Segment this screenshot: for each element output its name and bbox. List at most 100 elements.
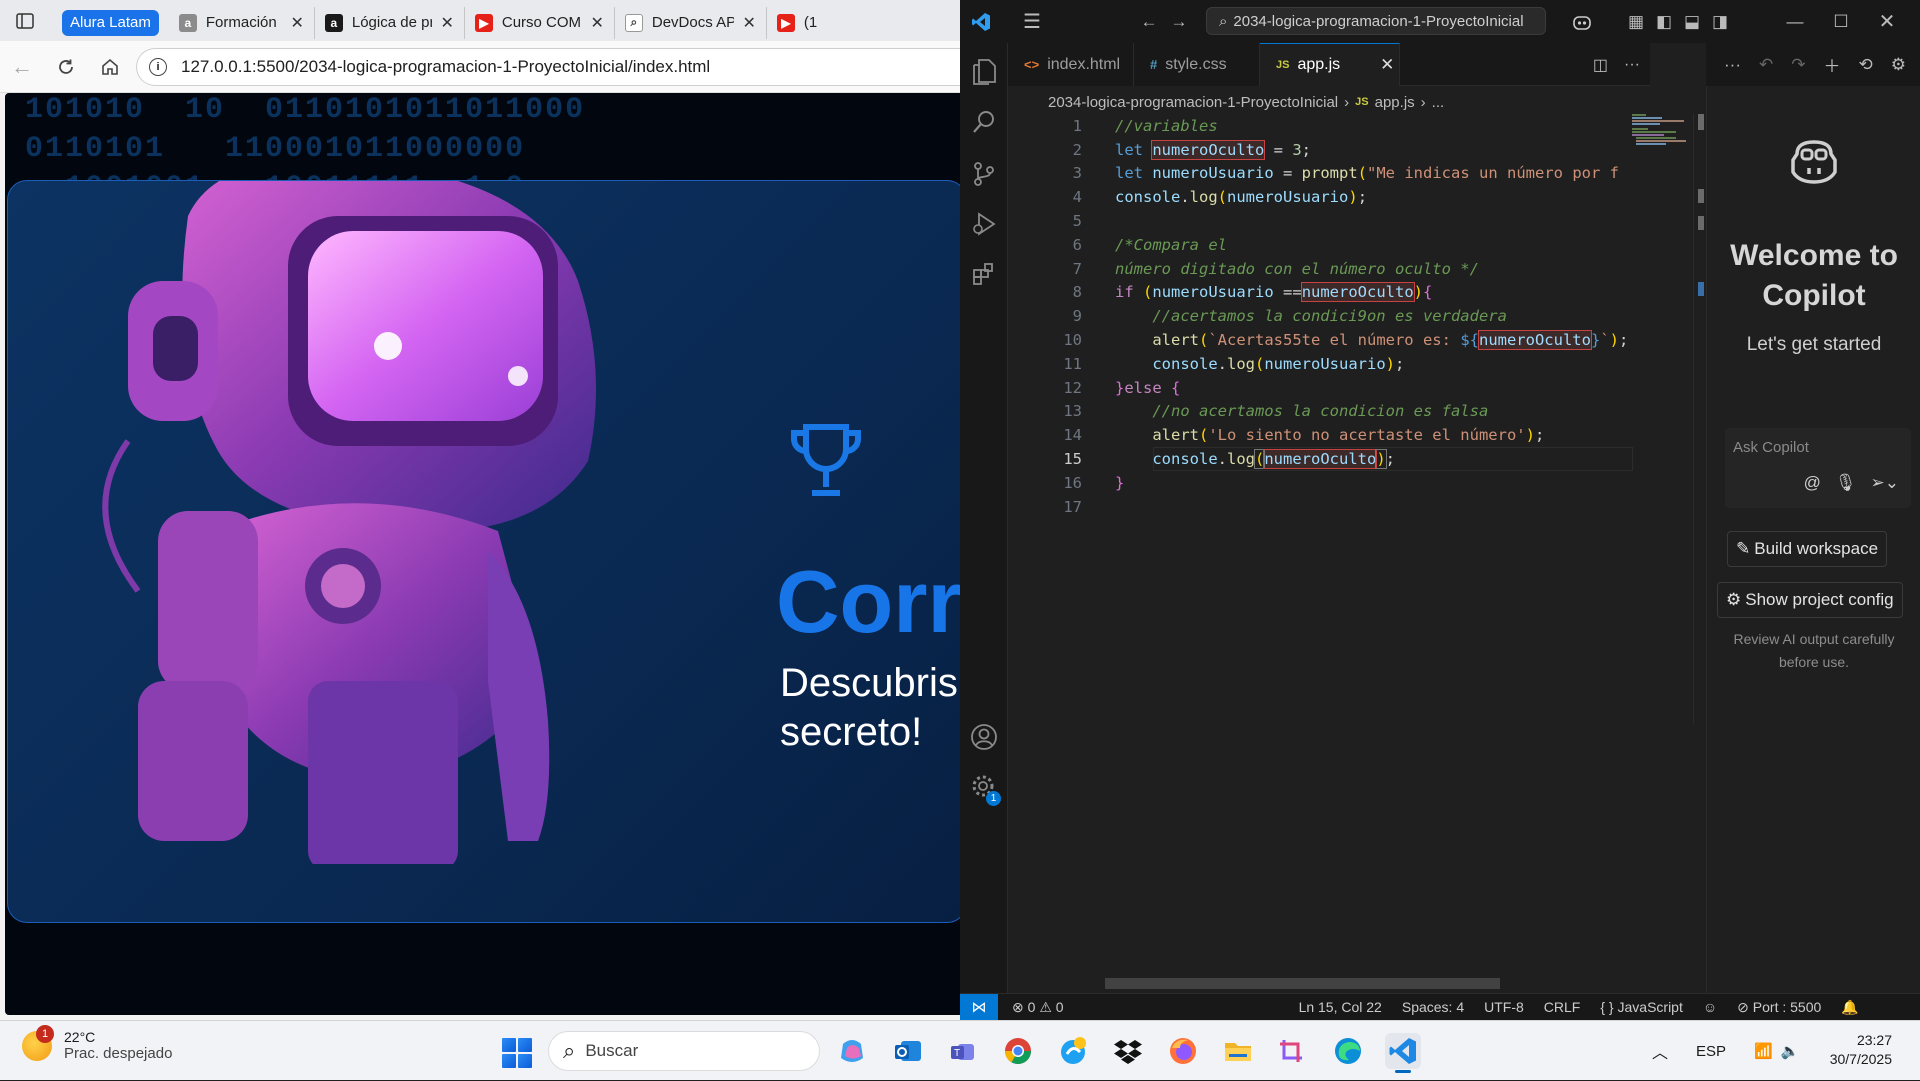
accounts-icon[interactable]: [960, 713, 1008, 761]
line-number: 17: [1063, 497, 1082, 516]
run-debug-icon[interactable]: [960, 200, 1008, 248]
breadcrumb-file[interactable]: app.js: [1375, 94, 1415, 111]
close-icon[interactable]: ✕: [440, 13, 453, 33]
code-token: ;: [1385, 450, 1396, 469]
extensions-icon[interactable]: [960, 250, 1008, 298]
start-button[interactable]: [502, 1038, 532, 1068]
code-line: 15 console.log(numeroOculto);: [1008, 447, 1648, 471]
manage-gear-icon[interactable]: 1: [960, 763, 1008, 811]
maximize-button[interactable]: ☐: [1818, 0, 1864, 43]
vscode-taskbar-icon[interactable]: [1385, 1033, 1421, 1073]
volume-icon[interactable]: 🔈: [1781, 1042, 1800, 1060]
end-of-line[interactable]: CRLF: [1544, 999, 1581, 1015]
info-icon[interactable]: i: [149, 57, 167, 76]
send-icon[interactable]: ➢⌄: [1871, 473, 1900, 493]
edge-icon[interactable]: [1330, 1033, 1366, 1069]
vscode-window: ☰ ← → ⌕ 2034-logica-programacion-1-Proye…: [960, 0, 1920, 1020]
back-button[interactable]: ←: [0, 47, 44, 87]
toggle-panel-icon[interactable]: ⬓: [1678, 0, 1706, 43]
encoding[interactable]: UTF-8: [1484, 999, 1524, 1015]
clock[interactable]: 23:27 30/7/2025: [1822, 1031, 1892, 1069]
breadcrumb-folder[interactable]: 2034-logica-programacion-1-ProyectoInici…: [1048, 94, 1338, 111]
back-nav-icon[interactable]: ←: [1134, 0, 1164, 43]
notifications-bell-icon[interactable]: 🔔: [1841, 999, 1858, 1016]
wifi-icon[interactable]: 📶: [1754, 1042, 1773, 1060]
forward-nav-icon[interactable]: →: [1164, 0, 1194, 43]
copilot-app-icon[interactable]: [834, 1033, 870, 1069]
undo-icon[interactable]: ↶: [1759, 55, 1773, 75]
taskbar-search[interactable]: ⌕ Buscar: [548, 1031, 820, 1071]
tab-actions-button[interactable]: [0, 0, 50, 41]
edge-beta-icon[interactable]: [1055, 1033, 1091, 1069]
show-project-config-button[interactable]: ⚙ Show project config: [1717, 582, 1903, 618]
indentation[interactable]: Spaces: 4: [1402, 999, 1464, 1015]
language-mode[interactable]: { } JavaScript: [1600, 999, 1683, 1015]
firefox-icon[interactable]: [1165, 1033, 1201, 1069]
editor-tabs: <> index.html # style.css JS app.js ✕ ◫ …: [1008, 43, 1650, 86]
browser-tab[interactable]: ⌕ DevDocs API Do ✕: [615, 6, 767, 39]
settings-gear-icon[interactable]: ⚙: [1891, 55, 1906, 75]
browser-tab[interactable]: a Lógica de progr ✕: [315, 6, 465, 39]
copilot-chat-input[interactable]: Ask Copilot @ 🎙 ➢⌄: [1725, 428, 1911, 508]
tab-style-css[interactable]: # style.css: [1134, 43, 1260, 86]
toggle-secondary-sidebar-icon[interactable]: ◨: [1706, 0, 1734, 43]
code-line: 2 let numeroOculto = 3;: [1008, 138, 1648, 162]
minimap[interactable]: [1632, 114, 1690, 146]
url-bar[interactable]: i 127.0.0.1:5500/2034-logica-programacio…: [136, 47, 960, 86]
snipping-tool-icon[interactable]: [1275, 1033, 1311, 1069]
problems-indicator[interactable]: ⊗ 0 ⚠ 0: [1012, 999, 1064, 1016]
code-editor[interactable]: 1 //variables 2 let numeroOculto = 3; 3 let…: [1008, 114, 1650, 984]
file-explorer-icon[interactable]: [1220, 1033, 1256, 1069]
close-icon[interactable]: ✕: [1380, 55, 1394, 75]
chrome-icon[interactable]: [1000, 1033, 1036, 1069]
horizontal-scrollbar[interactable]: [1105, 978, 1500, 989]
new-chat-icon[interactable]: ＋: [1823, 52, 1840, 77]
toggle-sidebar-icon[interactable]: ◧: [1650, 0, 1678, 43]
breadcrumb-more[interactable]: ...: [1432, 94, 1445, 111]
cursor-position[interactable]: Ln 15, Col 22: [1299, 999, 1382, 1015]
command-center-search[interactable]: ⌕ 2034-logica-programacion-1-ProyectoIni…: [1206, 7, 1546, 35]
redo-icon[interactable]: ↷: [1791, 55, 1805, 75]
menu-icon[interactable]: ☰: [1002, 0, 1062, 43]
microphone-icon[interactable]: 🎙: [1835, 473, 1857, 493]
language-indicator[interactable]: ESP: [1696, 1043, 1726, 1060]
home-button[interactable]: [88, 47, 132, 87]
copilot-menu-icon[interactable]: [1562, 0, 1602, 43]
dropbox-icon[interactable]: [1110, 1033, 1146, 1069]
remote-indicator-icon[interactable]: ⋈: [960, 993, 998, 1020]
browser-tab[interactable]: ▶ (1: [767, 7, 827, 39]
close-icon[interactable]: ✕: [590, 13, 603, 33]
weather-temperature: 22°C: [64, 1029, 96, 1045]
history-icon[interactable]: ⟲: [1858, 55, 1872, 75]
code-token: alert: [1152, 426, 1199, 445]
code-token: console: [1152, 354, 1218, 373]
copilot-status-icon[interactable]: ☺: [1703, 999, 1717, 1015]
live-server-port[interactable]: ⊘ Port : 5500: [1737, 999, 1821, 1016]
browser-window: Alura Latam a Formación Princ ✕ a Lógica…: [0, 0, 960, 1020]
search-icon[interactable]: [960, 98, 1008, 146]
minimize-button[interactable]: —: [1772, 0, 1818, 43]
browser-tab[interactable]: ▶ Curso COMPLET ✕: [465, 6, 615, 39]
build-workspace-button[interactable]: ✎ Build workspace: [1727, 531, 1888, 567]
browser-tab[interactable]: a Formación Princ ✕: [169, 6, 315, 39]
close-icon[interactable]: ✕: [742, 13, 755, 33]
customize-layout-icon[interactable]: ▦: [1622, 0, 1650, 43]
more-actions-icon[interactable]: ···: [1624, 56, 1640, 74]
teams-icon[interactable]: T: [945, 1033, 981, 1069]
mention-icon[interactable]: @: [1804, 473, 1821, 493]
source-control-icon[interactable]: [960, 150, 1008, 198]
tab-app-js[interactable]: JS app.js ✕: [1260, 43, 1400, 86]
close-icon[interactable]: ✕: [290, 13, 303, 33]
chevron-up-icon[interactable]: ︿: [1652, 1039, 1668, 1063]
code-token: log: [1227, 450, 1255, 469]
explorer-icon[interactable]: [960, 48, 1008, 96]
more-actions-icon[interactable]: ···: [1724, 55, 1741, 75]
tab-group-label[interactable]: Alura Latam: [62, 9, 159, 36]
tab-index-html[interactable]: <> index.html: [1008, 43, 1134, 86]
split-editor-icon[interactable]: ◫: [1593, 55, 1608, 75]
weather-widget[interactable]: 1 22°C Prac. despejado: [22, 1024, 172, 1062]
vertical-scrollbar[interactable]: [1693, 114, 1707, 724]
close-window-button[interactable]: ✕: [1864, 0, 1910, 43]
reload-button[interactable]: [44, 47, 88, 87]
outlook-icon[interactable]: [890, 1033, 926, 1069]
